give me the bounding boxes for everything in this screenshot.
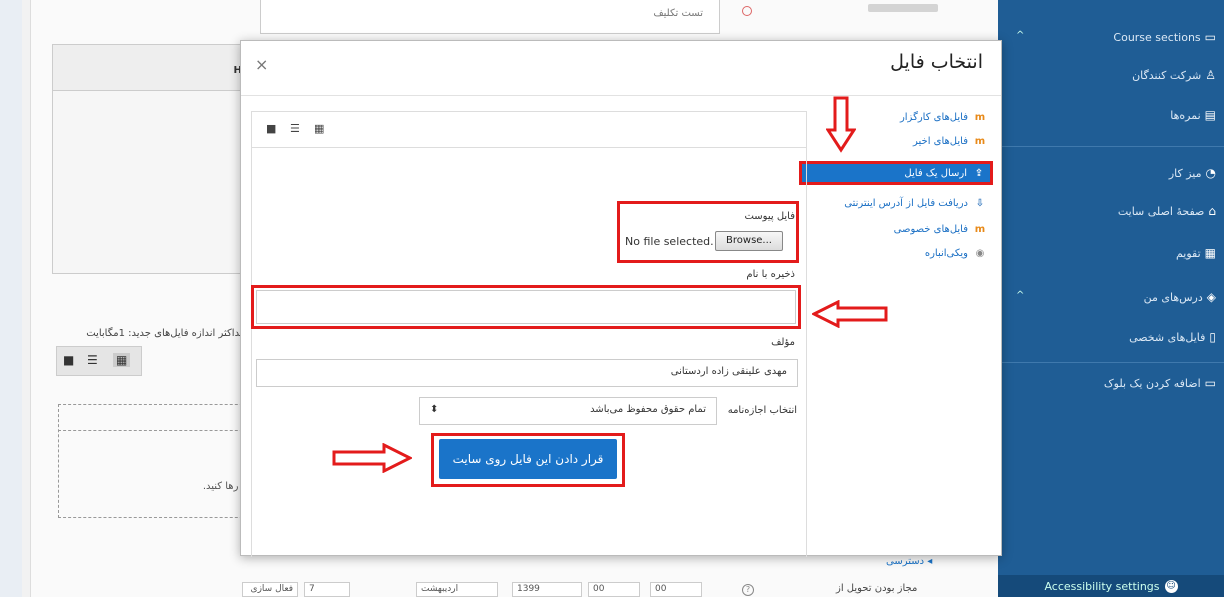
filemanager-view-buttons[interactable]: ■ ☰ ▦ — [56, 346, 142, 376]
calendar-icon: ▦ — [1204, 246, 1216, 260]
grid-view-icon[interactable]: ▦ — [314, 122, 324, 135]
browse-button[interactable]: Browse... — [715, 231, 783, 251]
author-label: مؤلف — [771, 337, 795, 348]
file-picker-dialog: × انتخاب فایل m فایل‌های کارگزار m فایل‌ها… — [240, 40, 1002, 557]
moodle-icon: m — [974, 223, 986, 235]
plus-square-icon: ▭ — [1204, 376, 1216, 390]
license-label: انتخاب اجازه‌نامه — [727, 405, 797, 416]
list-view-icon[interactable]: ☰ — [290, 122, 300, 135]
repo-label: فایل‌های اخیر — [912, 135, 968, 147]
view-toolbar: ■ ☰ ▦ — [252, 112, 806, 148]
repo-upload-file[interactable]: ⇪ ارسال یک فایل — [799, 161, 993, 185]
day-select[interactable]: 7 — [304, 582, 350, 597]
table-icon: ▤ — [1204, 108, 1216, 122]
required-icon — [742, 6, 752, 16]
upload-file-button[interactable]: قرار دادن این فایل روی سایت — [439, 439, 617, 479]
repo-label: فایل‌های خصوصی — [893, 223, 968, 235]
assignment-name-field[interactable]: تست تکلیف — [260, 0, 720, 34]
repo-label: دریافت فایل از آدرس اینترنتی — [844, 197, 968, 209]
help-icon[interactable]: ? — [742, 584, 754, 596]
field-label-placeholder — [868, 4, 938, 12]
sidebar-item-label: تقویم — [1175, 246, 1201, 260]
editor-toolbar — [53, 45, 261, 91]
repo-label: ویکی‌انباره — [924, 247, 968, 259]
repo-label: فایل‌های کارگزار — [899, 111, 968, 123]
minute-select[interactable]: 00 — [650, 582, 702, 597]
text-editor[interactable]: H-1 — [52, 44, 262, 274]
attachment-label: فایل پیوست — [744, 211, 795, 222]
folder-icon[interactable]: ■ — [63, 353, 74, 367]
dialog-header-divider — [241, 95, 1001, 96]
max-file-size-note: حداکثر اندازه فایل‌های جدید: 1مگابایت — [86, 328, 246, 339]
repo-wikimedia[interactable]: ◉ ویکی‌انباره — [801, 243, 991, 263]
sidebar-divider — [998, 146, 1224, 147]
file-drop-zone[interactable]: ت رها کنید. — [58, 404, 258, 518]
home-icon: ⌂ — [1208, 204, 1216, 218]
moodle-icon: m — [974, 111, 986, 123]
sidebar-divider — [998, 362, 1224, 363]
allow-submissions-label: مجاز بودن تحویل از — [836, 583, 918, 594]
accessibility-settings-button[interactable]: Accessibility settings ☺ — [998, 575, 1224, 597]
sidebar-item-private-files[interactable]: ▯ فایل‌های شخصی — [1129, 330, 1216, 344]
collapse-caret-icon[interactable]: ^ — [1016, 30, 1024, 41]
folder-view-icon[interactable]: ■ — [266, 122, 276, 135]
dashboard-icon: ◔ — [1205, 166, 1216, 180]
sidebar-item-label: Course sections — [1113, 30, 1201, 44]
file-icon: ▯ — [1209, 330, 1216, 344]
sidebar-item-label: صفحهٔ اصلی سایت — [1117, 204, 1205, 218]
left-strip — [0, 0, 22, 597]
folder-icon: ▭ — [1204, 30, 1216, 44]
sidebar-item-calendar[interactable]: ▦ تقویم — [1176, 246, 1216, 260]
author-input[interactable]: مهدی علینقی زاده اردستانی — [256, 359, 798, 387]
availability-section-link[interactable]: ◂ دسترسی — [886, 556, 932, 567]
hour-select[interactable]: 00 — [588, 582, 640, 597]
download-icon: ⇩ — [975, 197, 985, 209]
collapse-caret-icon[interactable]: ^ — [1016, 290, 1024, 301]
accessibility-label: Accessibility settings — [1044, 579, 1160, 593]
right-arrow-annotation — [332, 443, 412, 473]
sidebar-item-participants[interactable]: ♙ شرکت کنندگان — [1132, 68, 1216, 82]
close-icon[interactable]: × — [255, 55, 268, 74]
license-value: تمام حقوق محفوظ می‌باشد — [590, 404, 706, 415]
sidebar-item-label: اضافه کردن یک بلوک — [1103, 376, 1201, 390]
sidebar-item-dashboard[interactable]: ◔ میز کار — [1169, 166, 1216, 180]
repo-private-files[interactable]: m فایل‌های خصوصی — [801, 219, 991, 239]
sidebar-item-site-home[interactable]: ⌂ صفحهٔ اصلی سایت — [1118, 204, 1216, 218]
down-arrow-annotation — [826, 96, 856, 153]
moodle-icon: m — [974, 135, 986, 147]
nav-drawer: ▭ Course sections ^ ♙ شرکت کنندگان ▤ نمره‌ه… — [998, 0, 1224, 597]
upload-icon: ⇪ — [974, 167, 984, 179]
repo-url-downloader[interactable]: ⇩ دریافت فایل از آدرس اینترنتی — [801, 193, 991, 213]
repo-label: ارسال یک فایل — [904, 167, 967, 179]
sidebar-item-label: درس‌های من — [1143, 290, 1203, 304]
sidebar-item-label: میز کار — [1168, 166, 1202, 180]
sidebar-item-grades[interactable]: ▤ نمره‌ها — [1170, 108, 1216, 122]
assignment-name-value: تست تکلیف — [653, 8, 703, 19]
dialog-title: انتخاب فایل — [890, 51, 983, 73]
grid-view-icon[interactable]: ▦ — [113, 353, 131, 367]
year-select[interactable]: 1399 — [512, 582, 582, 597]
drop-zone-divider — [58, 430, 258, 431]
graduation-cap-icon: ◈ — [1206, 290, 1216, 304]
save-as-label: ذخیره با نام — [746, 269, 795, 280]
sidebar-item-label: فایل‌های شخصی — [1129, 330, 1206, 344]
license-select[interactable]: تمام حقوق محفوظ می‌باشد ⬍ — [419, 397, 717, 425]
save-as-input[interactable] — [256, 290, 796, 324]
sidebar-item-add-block[interactable]: ▭ اضافه کردن یک بلوک — [1104, 376, 1216, 390]
sidebar-item-my-courses[interactable]: ◈ درس‌های من — [1144, 290, 1216, 304]
file-status-text: No file selected. — [625, 235, 714, 248]
repository-content-pane: ■ ☰ ▦ — [251, 111, 807, 557]
sidebar-item-label: نمره‌ها — [1170, 108, 1201, 122]
sidebar-item-label: شرکت کنندگان — [1132, 68, 1202, 82]
users-icon: ♙ — [1205, 68, 1216, 82]
list-view-icon[interactable]: ☰ — [87, 353, 98, 367]
enable-checkbox-label[interactable]: فعال سازی — [242, 582, 298, 597]
wiki-icon: ◉ — [975, 247, 985, 259]
accessibility-icon: ☺ — [1164, 579, 1178, 593]
sidebar-item-course-sections[interactable]: ▭ Course sections — [1113, 30, 1216, 44]
left-arrow-annotation — [812, 300, 888, 328]
month-select[interactable]: اردیبهشت — [416, 582, 498, 597]
select-arrow-icon: ⬍ — [430, 404, 439, 415]
